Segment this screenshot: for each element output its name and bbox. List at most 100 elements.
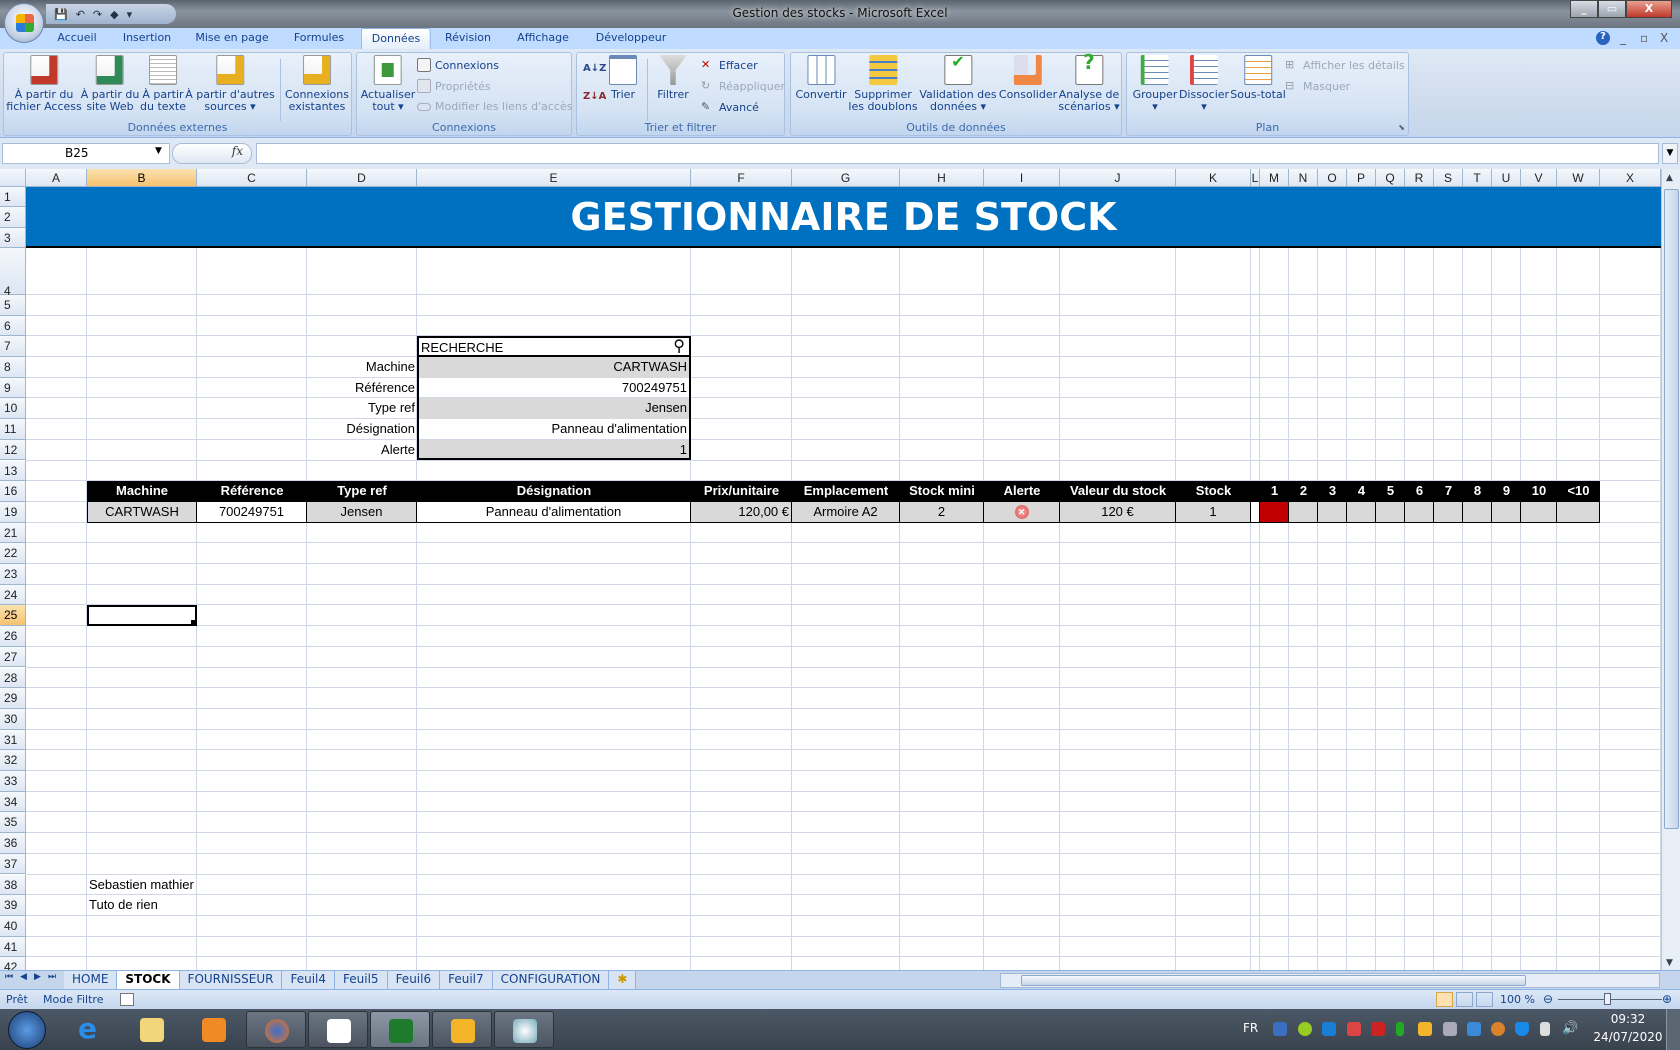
formula-input[interactable] xyxy=(256,143,1659,164)
row-header-4[interactable]: 4 xyxy=(0,247,26,298)
column-header-N[interactable]: N xyxy=(1289,169,1318,187)
taskbar-media-player[interactable] xyxy=(184,1011,244,1048)
scroll-up-icon[interactable]: ▲ xyxy=(1666,173,1673,183)
row-header-22[interactable]: 22 xyxy=(0,543,26,564)
horizontal-scroll-thumb[interactable] xyxy=(1021,975,1526,986)
row-header-23[interactable]: 23 xyxy=(0,564,26,585)
language-indicator[interactable]: FR xyxy=(1243,1021,1258,1035)
table-header-stock-mini[interactable]: Stock mini xyxy=(900,481,984,502)
tray-shield-icon[interactable] xyxy=(1515,1022,1529,1036)
table-header-level-1[interactable]: 1 xyxy=(1260,481,1289,502)
workbook-restore-button[interactable]: ▫ xyxy=(1640,31,1648,45)
from-access-button[interactable]: À partir du fichier Access xyxy=(6,55,82,113)
row-header-37[interactable]: 37 xyxy=(0,853,26,875)
next-sheet-icon[interactable]: ▶ xyxy=(34,972,41,982)
zoom-level[interactable]: 100 % xyxy=(1500,993,1535,1006)
row-header-27[interactable]: 27 xyxy=(0,646,26,668)
taskbar-internet-explorer[interactable]: e xyxy=(60,1011,120,1048)
existing-connections-button[interactable]: Connexions existantes xyxy=(285,55,349,113)
row-header-34[interactable]: 34 xyxy=(0,791,26,813)
tray-volume-icon[interactable]: 🔊 xyxy=(1562,1021,1578,1036)
insert-function-button[interactable]: fx xyxy=(172,143,252,164)
sheet-tab-fournisseur[interactable]: FOURNISSEUR xyxy=(179,971,283,989)
column-header-G[interactable]: G xyxy=(792,169,900,187)
dialog-launcher-icon[interactable]: ⬊ xyxy=(1398,123,1405,132)
row-header-28[interactable]: 28 xyxy=(0,667,26,689)
table-header-level-3[interactable]: 3 xyxy=(1318,481,1347,502)
column-header-I[interactable]: I xyxy=(984,169,1060,187)
row-header-33[interactable]: 33 xyxy=(0,771,26,792)
minimize-button[interactable]: _ xyxy=(1570,0,1598,18)
fill-handle[interactable] xyxy=(191,620,195,625)
search-value-designation[interactable]: Panneau d'alimentation xyxy=(417,419,691,440)
column-header-X[interactable]: X xyxy=(1600,169,1661,187)
row-header-35[interactable]: 35 xyxy=(0,812,26,834)
table-cell-type-ref[interactable]: Jensen xyxy=(307,501,417,523)
clock-date[interactable]: 24/07/2020 xyxy=(1590,1030,1666,1044)
redo-icon[interactable]: ↷ xyxy=(93,8,102,21)
table-cell-stock-mini[interactable]: 2 xyxy=(900,501,984,523)
table-header-machine[interactable]: Machine xyxy=(87,481,197,502)
table-cell-machine[interactable]: CARTWASH xyxy=(87,501,197,523)
filter-button[interactable]: Filtrer xyxy=(657,55,689,101)
column-header-F[interactable]: F xyxy=(691,169,792,187)
row-header-11[interactable]: 11 xyxy=(0,419,26,440)
row-header-12[interactable]: 12 xyxy=(0,439,26,461)
tab-insertion[interactable]: Insertion xyxy=(123,31,171,44)
advanced-filter-button[interactable]: ✎ Avancé xyxy=(701,100,759,114)
column-header-A[interactable]: A xyxy=(26,169,87,187)
row-header-6[interactable]: 6 xyxy=(0,315,26,337)
column-header-J[interactable]: J xyxy=(1060,169,1176,187)
taskbar-firefox[interactable] xyxy=(246,1011,306,1048)
search-value-reference[interactable]: 700249751 xyxy=(417,377,691,399)
search-value-alerte[interactable]: 1 xyxy=(417,439,691,461)
table-header-reference[interactable]: Référence xyxy=(197,481,307,502)
row-header-9[interactable]: 9 xyxy=(0,377,26,399)
table-header-alerte[interactable]: Alerte xyxy=(984,481,1060,502)
row-header-39[interactable]: 39 xyxy=(0,895,26,916)
search-value-machine[interactable]: CARTWASH xyxy=(417,357,691,378)
name-box-dropdown-icon[interactable]: ▼ xyxy=(155,146,162,156)
table-header-level-over-10[interactable]: <10 xyxy=(1557,481,1600,502)
what-if-analysis-button[interactable]: ? Analyse de scénarios ▾ xyxy=(1058,52,1119,113)
row-header-29[interactable]: 29 xyxy=(0,688,26,709)
column-header-K[interactable]: K xyxy=(1176,169,1251,187)
stock-level-cell[interactable] xyxy=(1434,501,1463,523)
table-cell-reference[interactable]: 700249751 xyxy=(197,501,307,523)
name-box[interactable]: B25 xyxy=(2,143,170,164)
row-header-24[interactable]: 24 xyxy=(0,584,26,606)
page-break-view-icon[interactable] xyxy=(1476,992,1493,1007)
sheet-tab-feuil5[interactable]: Feuil5 xyxy=(335,971,388,989)
stock-level-cell[interactable] xyxy=(1347,501,1376,523)
stock-level-cell[interactable] xyxy=(1463,501,1492,523)
from-web-button[interactable]: À partir du site Web xyxy=(81,55,139,113)
select-all-corner[interactable] xyxy=(0,169,26,187)
search-title[interactable]: RECHERCHE ⚲ xyxy=(417,336,691,357)
stock-level-cell[interactable] xyxy=(1492,501,1521,523)
table-header-designation[interactable]: Désignation xyxy=(417,481,691,502)
tab-developpeur[interactable]: Développeur xyxy=(596,31,667,44)
text-to-columns-button[interactable]: Convertir xyxy=(795,55,847,101)
column-header-P[interactable]: P xyxy=(1347,169,1376,187)
table-cell-designation[interactable]: Panneau d'alimentation xyxy=(417,501,691,523)
vertical-scroll-thumb[interactable] xyxy=(1664,189,1679,829)
column-header-V[interactable]: V xyxy=(1521,169,1557,187)
tray-network-icon[interactable] xyxy=(1540,1022,1550,1036)
table-header-level-10[interactable]: 10 xyxy=(1521,481,1557,502)
customize-qat-icon[interactable]: ▾ xyxy=(127,8,133,21)
row-header-19[interactable]: 19 xyxy=(0,501,26,523)
refresh-all-button[interactable]: Actualiser tout ▾ xyxy=(361,55,415,113)
search-value-type-ref[interactable]: Jensen xyxy=(417,398,691,420)
row-header-30[interactable]: 30 xyxy=(0,708,26,730)
row-header-25[interactable]: 25 xyxy=(0,605,26,627)
sheet-tab-feuil4[interactable]: Feuil4 xyxy=(282,971,336,989)
sheet-tab-feuil7[interactable]: Feuil7 xyxy=(440,971,493,989)
column-header-E[interactable]: E xyxy=(417,169,691,187)
column-header-U[interactable]: U xyxy=(1492,169,1521,187)
connections-button[interactable]: Connexions xyxy=(417,58,499,72)
sheet-tab-home[interactable]: HOME xyxy=(64,971,118,989)
row-header-21[interactable]: 21 xyxy=(0,522,26,544)
row-header-32[interactable]: 32 xyxy=(0,750,26,771)
column-header-L[interactable]: L xyxy=(1251,169,1260,187)
stock-level-cell[interactable] xyxy=(1289,501,1318,523)
